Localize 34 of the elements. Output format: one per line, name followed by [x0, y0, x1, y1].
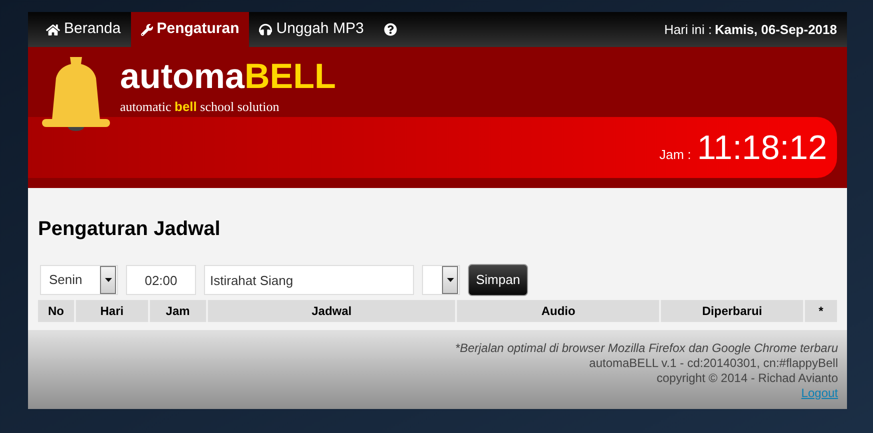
column-header: Hari	[76, 300, 148, 322]
date-value: Kamis, 06-Sep-2018	[714, 20, 837, 39]
copyright-text: copyright © 2014 - Richad Avianto	[656, 371, 838, 386]
nav-tab[interactable]: Beranda	[36, 12, 131, 47]
date-label: Hari ini :	[664, 20, 712, 39]
time-field[interactable]: 02:00	[126, 265, 196, 295]
headphones-icon	[259, 23, 272, 36]
nav-tab[interactable]: Pengaturan	[130, 12, 250, 47]
column-header: Jam	[150, 300, 206, 322]
column-header: *	[805, 300, 837, 322]
home-icon	[46, 22, 60, 36]
wrench-icon	[140, 24, 153, 36]
column-header: Audio	[457, 300, 660, 322]
caret-icon	[104, 278, 112, 282]
nav-tab[interactable]: Unggah MP3	[249, 12, 374, 47]
tagline: automatic bell school solution	[120, 98, 280, 116]
column-header: Jadwal	[208, 300, 456, 322]
audio-select[interactable]	[422, 265, 460, 295]
logo-text: automaBELL	[120, 57, 336, 97]
column-header: Diperbarui	[661, 300, 804, 322]
help-icon	[384, 23, 397, 36]
save-button[interactable]: Simpan	[468, 264, 528, 296]
schedule-field[interactable]: Istirahat Siang	[204, 265, 414, 295]
page-title: Pengaturan Jadwal	[38, 217, 222, 242]
version-text: automaBELL v.1 - cd:20140301, cn:#flappyBell	[589, 356, 838, 371]
column-header: No	[38, 300, 74, 322]
bell-icon	[42, 57, 110, 131]
dropdown-button[interactable]	[442, 266, 458, 294]
clock-time: 11:18:12	[697, 128, 827, 168]
dropdown-button[interactable]	[100, 266, 116, 294]
caret-icon	[446, 278, 454, 282]
day-select[interactable]: Senin	[40, 265, 118, 295]
browser-note: *Berjalan optimal di browser Mozilla Firefox dan Google Chrome terbaru	[455, 341, 838, 356]
clock-label: Jam :	[659, 146, 692, 164]
